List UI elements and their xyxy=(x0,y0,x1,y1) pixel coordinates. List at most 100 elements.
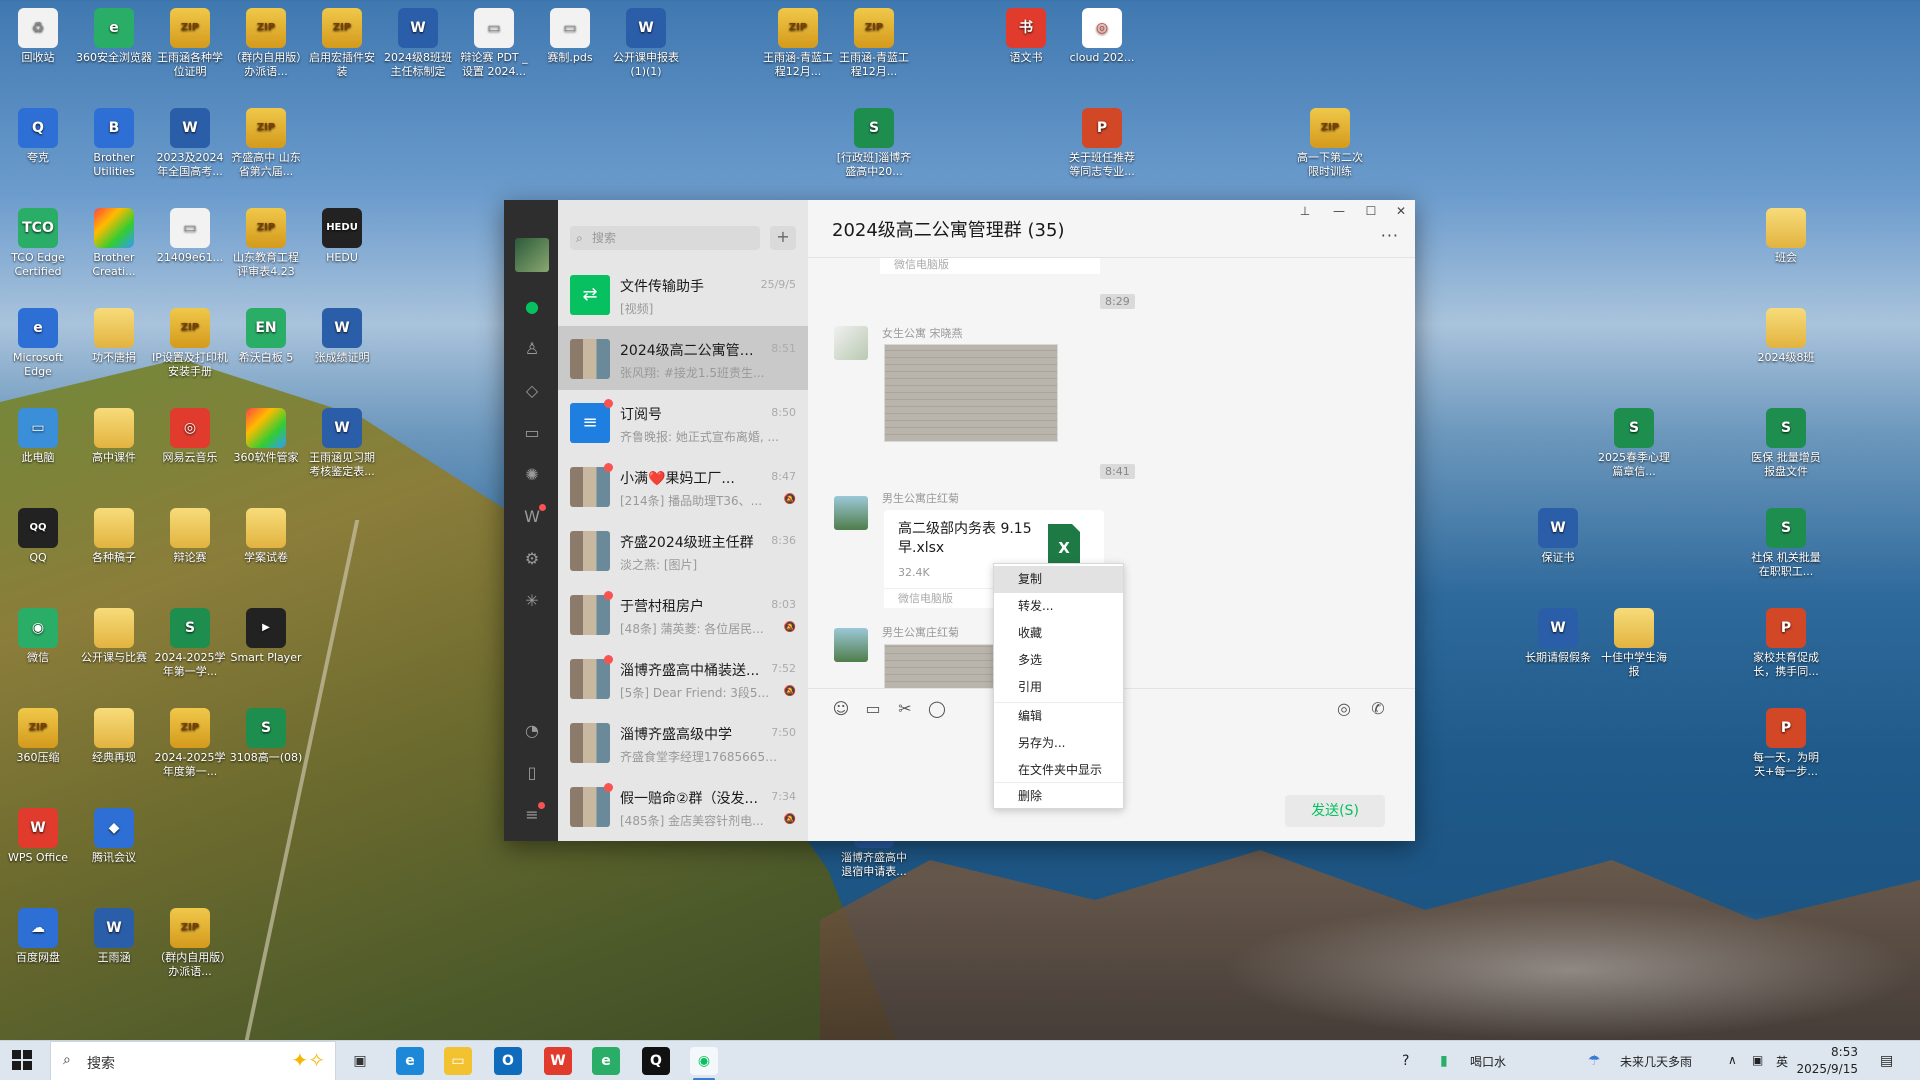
pin-icon[interactable]: ⊥ xyxy=(1295,204,1315,218)
desktop-icon[interactable]: W 长期请假假条 xyxy=(1520,608,1596,665)
desktop-icon[interactable]: ▭ 此电脑 xyxy=(0,408,76,465)
desktop-icon[interactable]: S 2025春季心理篇章信... xyxy=(1596,408,1672,479)
desktop-icon[interactable]: HEDU HEDU xyxy=(304,208,380,265)
menu-item-quote[interactable]: 引用 xyxy=(994,674,1123,701)
desktop-icon[interactable]: 经典再现 xyxy=(76,708,152,765)
menu-item-show-in-folder[interactable]: 在文件夹中显示 xyxy=(994,757,1123,784)
sender-avatar[interactable] xyxy=(834,496,868,530)
start-button[interactable] xyxy=(12,1050,32,1070)
minimize-icon[interactable]: — xyxy=(1329,204,1349,218)
desktop-icon[interactable]: ◎ cloud 202... xyxy=(1064,8,1140,65)
conversation-item[interactable]: 假一赔命②群（没发... 7:34 [485条] 金店美容针剂电... 🔕 xyxy=(558,774,808,838)
desktop-icon[interactable]: 书语文书 xyxy=(988,8,1064,65)
desktop-icon[interactable]: P 每一天，为明天+每一步... xyxy=(1748,708,1824,779)
desktop-icon[interactable]: B Brother Utilities xyxy=(76,108,152,179)
sender-avatar[interactable] xyxy=(834,628,868,662)
desktop-icon[interactable]: ▭ 赛制.pds xyxy=(532,8,608,65)
files-icon[interactable]: ▭ xyxy=(521,422,543,444)
maximize-icon[interactable]: ☐ xyxy=(1361,204,1381,218)
desktop-icon[interactable]: ▭ 21409e61... xyxy=(152,208,228,265)
sender-avatar[interactable] xyxy=(834,326,868,360)
search-input[interactable]: ⌕ 搜索 xyxy=(570,226,760,250)
desktop-icon[interactable]: ▶ Smart Player xyxy=(228,608,304,665)
desktop-icon[interactable]: W WPS Office xyxy=(0,808,76,865)
desktop-icon[interactable]: W 2023及2024年全国高考... xyxy=(152,108,228,179)
outlook-icon[interactable]: O xyxy=(494,1047,522,1075)
desktop-icon[interactable]: 班会 xyxy=(1748,208,1824,265)
image-message[interactable] xyxy=(884,344,1058,442)
menu-item-multiselect[interactable]: 多选 xyxy=(994,647,1123,674)
wechat-taskbar-icon[interactable]: ◉ xyxy=(690,1047,718,1075)
screenshot-icon[interactable]: ✂ xyxy=(894,699,916,718)
desktop-icon[interactable]: 各种稿子 xyxy=(76,508,152,565)
desktop-icon[interactable]: P 家校共育促成长，携手同... xyxy=(1748,608,1824,679)
desktop-icon[interactable]: ZIP 王雨涵-青蓝工程12月... xyxy=(760,8,836,79)
conversation-item[interactable]: 于营村租房户 8:03 [48条] 蒲英菱: 各位居民... 🔕 xyxy=(558,582,808,646)
desktop-icon[interactable]: ZIP 王雨涵-青蓝工程12月... xyxy=(836,8,912,79)
desktop-icon[interactable]: 学案试卷 xyxy=(228,508,304,565)
input-method[interactable]: 英 xyxy=(1776,1053,1788,1070)
desktop-icon[interactable]: W 王雨涵见习期考核鉴定表... xyxy=(304,408,380,479)
desktop-icon[interactable]: ZIP 启用宏插件安装 xyxy=(304,8,380,79)
conversation-item[interactable]: 淄博齐盛高级中学 7:50 齐盛食堂李经理1768566556... xyxy=(558,710,808,774)
desktop-icon[interactable]: ▭ 辩论赛 PDT _设置 2024... xyxy=(456,8,532,79)
edge-taskbar-icon[interactable]: e xyxy=(396,1047,424,1075)
favorites-icon[interactable]: ◇ xyxy=(521,380,543,402)
my-avatar[interactable] xyxy=(515,238,549,272)
desktop-icon[interactable]: e 360安全浏览器 xyxy=(76,8,152,65)
browser-taskbar-icon[interactable]: e xyxy=(592,1047,620,1075)
menu-item-favorite[interactable]: 收藏 xyxy=(994,620,1123,647)
desktop-icon[interactable]: ☁ 百度网盘 xyxy=(0,908,76,965)
desktop-icon[interactable]: ZIP （群内自用版）办派语... xyxy=(152,908,228,979)
desktop-icon[interactable]: S 医保 批量增员报盘文件 xyxy=(1748,408,1824,479)
add-chat-button[interactable]: + xyxy=(770,226,796,250)
desktop-icon[interactable]: W 2024级8班班主任标制定 xyxy=(380,8,456,79)
desktop-icon[interactable]: S 社保 机关批量在职职工... xyxy=(1748,508,1824,579)
file-send-icon[interactable]: ▭ xyxy=(862,699,884,718)
chat-history-icon[interactable]: ◯ xyxy=(926,699,948,718)
search-feature-icon[interactable]: ⚙ xyxy=(521,548,543,570)
moments-icon[interactable]: ✺ xyxy=(521,464,543,486)
desktop-icon[interactable]: 2024级8班 xyxy=(1748,308,1824,365)
desktop-icon[interactable]: ZIP 山东教育工程评审表4.23 xyxy=(228,208,304,279)
mobile-icon[interactable]: ▯ xyxy=(521,762,543,784)
phone-sync-icon[interactable]: ◔ xyxy=(521,720,543,742)
menu-item-edit[interactable]: 编辑 xyxy=(994,703,1123,730)
desktop-icon[interactable]: W 张成绩证明 xyxy=(304,308,380,365)
mini-programs-icon[interactable]: ✳ xyxy=(521,590,543,612)
desktop-icon[interactable]: ZIP 360压缩 xyxy=(0,708,76,765)
task-view-icon[interactable]: ▣ xyxy=(346,1047,374,1075)
desktop-icon[interactable]: 高中课件 xyxy=(76,408,152,465)
conversation-item[interactable]: 淄博齐盛高中桶装送... 7:52 [5条] Dear Friend: 3段5...… xyxy=(558,646,808,710)
taskbar-search[interactable]: ⌕ 搜索 ✦✧ xyxy=(50,1041,336,1080)
desktop-icon[interactable]: Brother Creati... xyxy=(76,208,152,279)
wps-taskbar-icon[interactable]: W xyxy=(544,1047,572,1075)
conversation-item[interactable]: ≡ 订阅号 8:50 齐鲁晚报: 她正式宣布离婚, ... xyxy=(558,390,808,454)
desktop-icon[interactable]: S [行政班]淄博齐盛高中20... xyxy=(836,108,912,179)
live-icon[interactable]: ◎ xyxy=(1333,699,1355,718)
menu-item-save-as[interactable]: 另存为... xyxy=(994,730,1123,757)
menu-item-delete[interactable]: 删除 xyxy=(994,783,1123,810)
send-button[interactable]: 发送(S) xyxy=(1285,795,1385,827)
emoji-icon[interactable]: ☺ xyxy=(830,699,852,718)
desktop-icon[interactable]: W 王雨涵 xyxy=(76,908,152,965)
desktop-icon[interactable]: S 2024-2025学年第一学... xyxy=(152,608,228,679)
desktop-icon[interactable]: ZIP IP设置及打印机安装手册 xyxy=(152,308,228,379)
more-icon[interactable]: ··· xyxy=(1381,226,1399,245)
qq-taskbar-icon[interactable]: Q xyxy=(642,1047,670,1075)
water-reminder[interactable]: 喝口水 xyxy=(1470,1053,1506,1070)
desktop-icon[interactable]: ZIP 王雨涵各种学位证明 xyxy=(152,8,228,79)
desktop-icon[interactable]: ◎ 网易云音乐 xyxy=(152,408,228,465)
contacts-icon[interactable]: ♙ xyxy=(521,338,543,360)
desktop-icon[interactable]: S 3108高一(08) xyxy=(228,708,304,765)
clock[interactable]: 8:53 2025/9/15 xyxy=(1796,1044,1858,1078)
show-hidden-icons[interactable]: ∧ xyxy=(1728,1053,1737,1067)
notification-icon[interactable]: ▤ xyxy=(1880,1053,1893,1069)
desktop-icon[interactable]: W 保证书 xyxy=(1520,508,1596,565)
call-icon[interactable]: ✆ xyxy=(1367,699,1389,718)
desktop-icon[interactable]: 公开课与比赛 xyxy=(76,608,152,665)
desktop-icon[interactable]: 辩论赛 xyxy=(152,508,228,565)
desktop-icon[interactable]: 360软件管家 xyxy=(228,408,304,465)
close-icon[interactable]: ✕ xyxy=(1391,204,1411,218)
help-icon[interactable]: ? xyxy=(1402,1053,1409,1069)
